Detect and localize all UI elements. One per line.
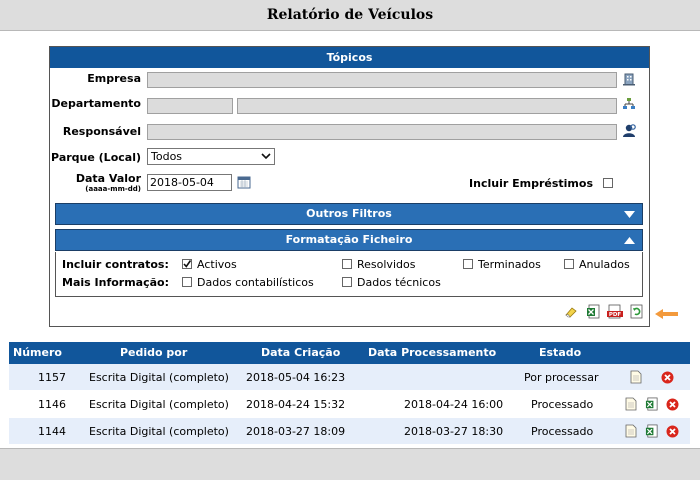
- anulados-label: Anulados: [579, 258, 630, 271]
- departamento-label: Departamento: [51, 97, 141, 110]
- cell-estado: Por processar: [524, 371, 599, 384]
- document-icon[interactable]: [630, 370, 642, 384]
- parque-label: Parque (Local): [51, 151, 141, 164]
- col-pedido-por: Pedido por: [120, 346, 188, 359]
- building-icon[interactable]: [622, 72, 636, 86]
- parque-select[interactable]: Todos: [147, 148, 275, 165]
- cell-estado: Processado: [531, 425, 594, 438]
- table-header: Número Pedido por Data Criação Data Proc…: [9, 342, 690, 364]
- cell-processamento: 2018-03-27 18:30: [404, 425, 504, 438]
- cell-processamento: 2018-04-24 16:00: [404, 398, 504, 411]
- document-icon[interactable]: [625, 424, 637, 438]
- report-form-panel: Tópicos Empresa Departamento Responsável…: [49, 46, 650, 327]
- empresa-label: Empresa: [87, 72, 141, 85]
- cell-criacao: 2018-03-27 18:09: [246, 425, 346, 438]
- formatacao-label: Formatação Ficheiro: [285, 233, 413, 246]
- responsavel-field[interactable]: [147, 124, 617, 140]
- departamento-code-field[interactable]: [147, 98, 233, 114]
- outros-filtros-bar[interactable]: Outros Filtros: [55, 203, 643, 225]
- parque-value: Todos: [151, 150, 183, 163]
- eraser-icon[interactable]: [564, 305, 578, 319]
- col-data-processamento: Data Processamento: [368, 346, 497, 359]
- calendar-icon[interactable]: [237, 175, 251, 189]
- mais-informacao-label: Mais Informação:: [62, 276, 169, 289]
- excel-icon[interactable]: [645, 397, 659, 411]
- resolvidos-checkbox[interactable]: [342, 259, 352, 269]
- col-numero: Número: [13, 346, 62, 359]
- cell-criacao: 2018-04-24 15:32: [246, 398, 346, 411]
- empresa-field[interactable]: [147, 72, 617, 88]
- org-chart-icon[interactable]: [622, 97, 636, 111]
- excel-icon[interactable]: [645, 424, 659, 438]
- terminados-label: Terminados: [478, 258, 541, 271]
- data-valor-label: Data Valor: [75, 172, 141, 185]
- col-data-criacao: Data Criação: [261, 346, 341, 359]
- collapse-arrow-icon: [624, 237, 635, 244]
- excel-export-icon[interactable]: [586, 304, 601, 319]
- activos-label: Activos: [197, 258, 237, 271]
- dados-tecnicos-checkbox[interactable]: [342, 277, 352, 287]
- incluir-emprestimos-checkbox[interactable]: [603, 178, 613, 188]
- delete-icon[interactable]: [666, 398, 679, 411]
- svg-text:PDF: PDF: [609, 312, 622, 318]
- delete-icon[interactable]: [661, 371, 674, 384]
- dados-tecnicos-label: Dados técnicos: [357, 276, 441, 289]
- check-icon: [183, 260, 192, 268]
- table-row: 1144 Escrita Digital (completo) 2018-03-…: [9, 418, 690, 444]
- expand-arrow-icon: [624, 211, 635, 218]
- formatacao-bar[interactable]: Formatação Ficheiro: [55, 229, 643, 251]
- cell-numero: 1157: [38, 371, 66, 384]
- chevron-down-icon: [261, 153, 271, 160]
- cell-estado: Processado: [531, 398, 594, 411]
- delete-icon[interactable]: [666, 425, 679, 438]
- incluir-contratos-label: Incluir contratos:: [62, 258, 169, 271]
- data-valor-format: (aaaa-mm-dd): [85, 185, 141, 193]
- data-valor-input[interactable]: 2018-05-04: [147, 174, 232, 191]
- activos-checkbox[interactable]: [182, 259, 192, 269]
- table-row: 1157 Escrita Digital (completo) 2018-05-…: [9, 364, 690, 390]
- departamento-name-field[interactable]: [237, 98, 617, 114]
- cell-pedido: Escrita Digital (completo): [89, 398, 229, 411]
- resolvidos-label: Resolvidos: [357, 258, 416, 271]
- refresh-document-icon[interactable]: [630, 304, 644, 319]
- pdf-export-icon[interactable]: PDF: [607, 304, 623, 319]
- arrow-left-indicator-icon: [655, 309, 678, 319]
- responsavel-label: Responsável: [62, 125, 141, 138]
- cell-pedido: Escrita Digital (completo): [89, 371, 229, 384]
- incluir-emprestimos-label: Incluir Empréstimos: [469, 177, 593, 190]
- table-row: 1146 Escrita Digital (completo) 2018-04-…: [9, 391, 690, 417]
- cell-criacao: 2018-05-04 16:23: [246, 371, 346, 384]
- dados-contabilisticos-checkbox[interactable]: [182, 277, 192, 287]
- dados-contabilisticos-label: Dados contabilísticos: [197, 276, 314, 289]
- cell-numero: 1146: [38, 398, 66, 411]
- outros-filtros-label: Outros Filtros: [306, 207, 392, 220]
- col-estado: Estado: [539, 346, 582, 359]
- document-icon[interactable]: [625, 397, 637, 411]
- topics-header: Tópicos: [50, 47, 649, 68]
- user-search-icon[interactable]: [622, 123, 637, 138]
- cell-pedido: Escrita Digital (completo): [89, 425, 229, 438]
- terminados-checkbox[interactable]: [463, 259, 473, 269]
- cell-numero: 1144: [38, 425, 66, 438]
- formatting-options: Incluir contratos: Activos Resolvidos Te…: [55, 252, 643, 297]
- anulados-checkbox[interactable]: [564, 259, 574, 269]
- page-title: Relatório de Veículos: [0, 0, 700, 31]
- footer-bar: [0, 448, 700, 480]
